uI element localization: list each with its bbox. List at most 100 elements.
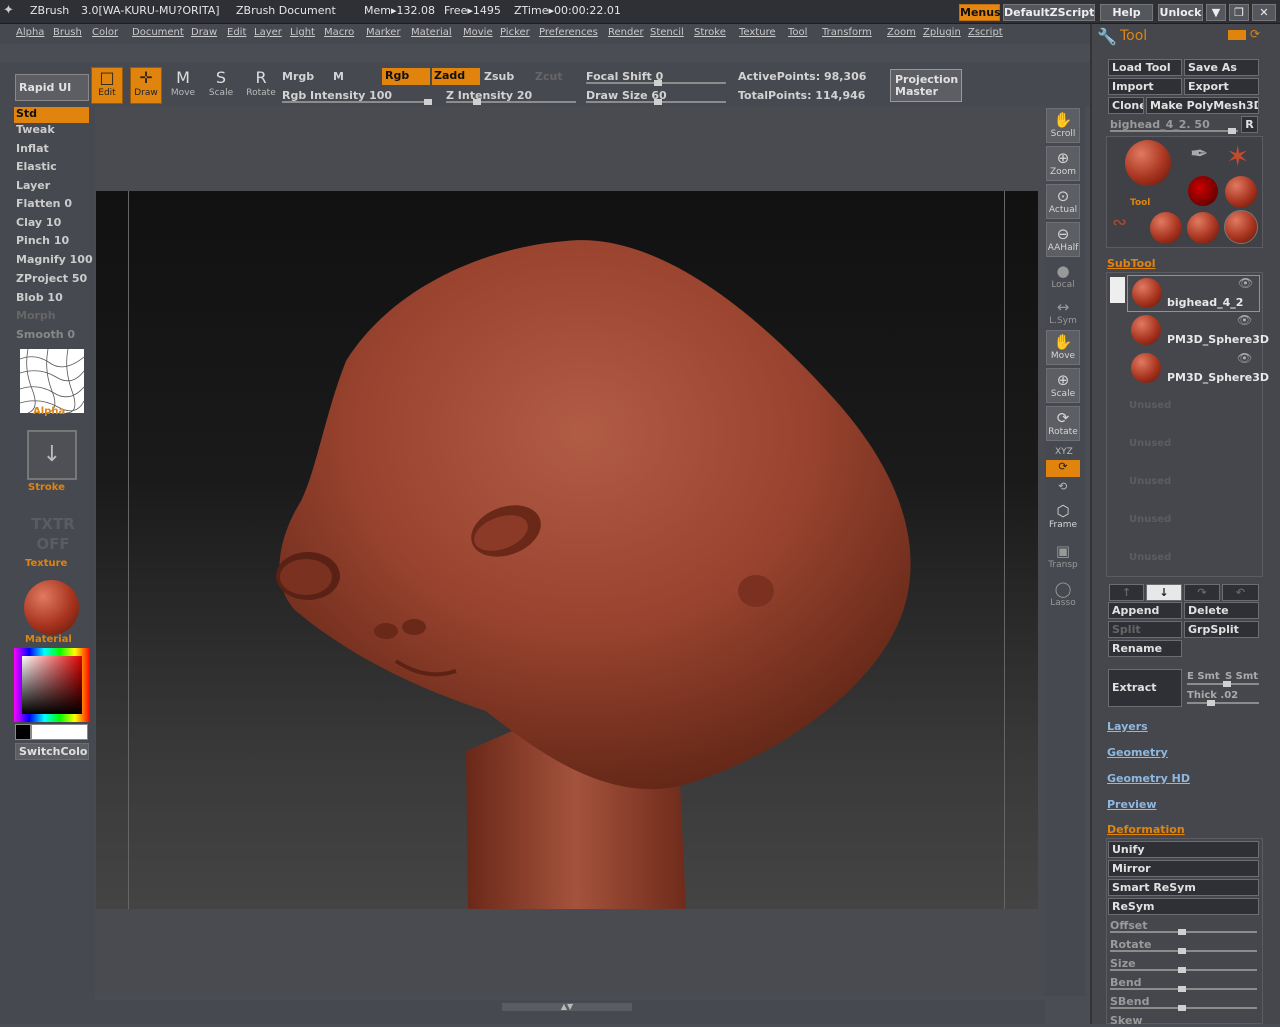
local-button[interactable]: ● Local [1046, 260, 1080, 295]
edit-button[interactable]: □ Edit [91, 67, 123, 104]
lsym-button[interactable]: ↔ L.Sym [1046, 296, 1080, 331]
menu-color[interactable]: Color [92, 27, 118, 38]
texture-label[interactable]: Texture [25, 558, 67, 569]
zoom-button[interactable]: ⊕ Zoom [1046, 146, 1080, 181]
stroke-thumbnail[interactable]: ↓ [27, 430, 77, 480]
subtool-scrollbar-thumb[interactable] [1110, 277, 1125, 303]
minimize-button[interactable]: ▼ [1206, 4, 1226, 21]
tool-current-label[interactable]: Tool [1130, 198, 1150, 208]
tool-thumb-worm[interactable]: ∾ [1112, 212, 1148, 238]
deformation-header[interactable]: Deformation [1107, 823, 1185, 836]
brush-pinch[interactable]: Pinch 10 [16, 234, 69, 247]
maximize-button[interactable]: ❐ [1229, 4, 1249, 21]
append-button[interactable]: Append [1108, 602, 1182, 619]
m-button[interactable]: M [333, 70, 344, 83]
tool-thumb-star[interactable]: ✶ [1226, 140, 1249, 173]
transp-button[interactable]: ▣ Transp [1046, 540, 1080, 575]
draw-button[interactable]: ✛ Draw [130, 67, 162, 104]
menu-transform[interactable]: Transform [822, 27, 872, 38]
brush-magnify[interactable]: Magnify 100 [16, 253, 93, 266]
tool-thumb-sphere-c[interactable] [1187, 212, 1219, 244]
brush-clay[interactable]: Clay 10 [16, 216, 61, 229]
brush-zproject[interactable]: ZProject 50 [16, 272, 87, 285]
brush-morph[interactable]: Morph [16, 309, 56, 322]
geometry-section[interactable]: Geometry [1107, 746, 1168, 759]
menu-movie[interactable]: Movie [463, 27, 493, 38]
rgb-button[interactable]: Rgb [382, 68, 430, 85]
menu-zplugin[interactable]: Zplugin [923, 27, 961, 38]
delete-button[interactable]: Delete [1184, 602, 1259, 619]
make-polymesh-button[interactable]: Make PolyMesh3D [1146, 97, 1259, 114]
scroll-button[interactable]: ✋ Scroll [1046, 108, 1080, 143]
rename-button[interactable]: Rename [1108, 640, 1182, 657]
tool-thumb-sphere-b[interactable] [1150, 212, 1182, 244]
material-label[interactable]: Material [25, 634, 72, 645]
close-button[interactable]: ✕ [1252, 4, 1276, 21]
alpha-thumbnail[interactable] [20, 349, 84, 413]
menu-zoom[interactable]: Zoom [887, 27, 916, 38]
brush-smooth[interactable]: Smooth 0 [16, 328, 75, 341]
menu-zscript[interactable]: Zscript [968, 27, 1003, 38]
brush-blob[interactable]: Blob 10 [16, 291, 63, 304]
brush-layer[interactable]: Layer [16, 179, 50, 192]
unlock-button[interactable]: Unlock [1158, 4, 1203, 21]
brush-inflat[interactable]: Inflat [16, 142, 49, 155]
default-zscript-button[interactable]: DefaultZScript [1003, 4, 1095, 21]
move-button[interactable]: M Move [167, 68, 199, 104]
scale-view-button[interactable]: ⊕ Scale [1046, 368, 1080, 403]
menu-marker[interactable]: Marker [366, 27, 401, 38]
subtool-header[interactable]: SubTool [1107, 257, 1156, 270]
extract-button[interactable]: Extract [1108, 669, 1182, 707]
rotate-view-button[interactable]: ⟳ Rotate [1046, 406, 1080, 441]
aahalf-button[interactable]: ⊖ AAHalf [1046, 222, 1080, 257]
zcut-button[interactable]: Zcut [535, 70, 563, 83]
e-smt-toggle[interactable]: E Smt [1187, 671, 1220, 682]
export-button[interactable]: Export [1184, 78, 1259, 95]
preview-section[interactable]: Preview [1107, 798, 1157, 811]
menu-picker[interactable]: Picker [500, 27, 530, 38]
visibility-eye-icon[interactable]: 👁 [1237, 313, 1252, 327]
palette-close-icon[interactable]: ⟳ [1250, 27, 1260, 41]
rotation-axis-button[interactable]: ⟳ [1046, 460, 1080, 477]
rotation-reset-icon[interactable]: ⟲ [1058, 480, 1067, 493]
mrgb-button[interactable]: Mrgb [282, 70, 314, 83]
subtool-item[interactable]: PM3D_Sphere3D 👁 [1127, 313, 1269, 350]
palette-dock-button[interactable] [1228, 30, 1246, 40]
material-sphere[interactable] [24, 580, 79, 635]
menu-alpha[interactable]: Alpha [16, 27, 44, 38]
menu-material[interactable]: Material [411, 27, 452, 38]
subtool-item[interactable]: PM3D_Sphere3D 👁 [1127, 351, 1269, 388]
menu-render[interactable]: Render [608, 27, 644, 38]
menu-macro[interactable]: Macro [324, 27, 354, 38]
document-canvas[interactable] [96, 191, 1038, 909]
menu-stroke[interactable]: Stroke [694, 27, 726, 38]
stroke-label[interactable]: Stroke [28, 482, 65, 493]
menu-tool[interactable]: Tool [788, 27, 807, 38]
main-color-swatch[interactable] [31, 724, 88, 740]
move-view-button[interactable]: ✋ Move [1046, 330, 1080, 365]
menu-document[interactable]: Document [132, 27, 184, 38]
lasso-button[interactable]: ◯ Lasso [1046, 578, 1080, 613]
tool-thumb-sphere-dark[interactable] [1188, 176, 1218, 206]
visibility-eye-icon[interactable]: 👁 [1238, 276, 1253, 290]
geometry-hd-section[interactable]: Geometry HD [1107, 772, 1190, 785]
rotate-button[interactable]: R Rotate [245, 68, 277, 104]
menu-light[interactable]: Light [290, 27, 315, 38]
subtool-action-button[interactable]: ↷ [1184, 584, 1220, 601]
import-button[interactable]: Import [1108, 78, 1182, 95]
projection-master-button[interactable]: Projection Master [890, 69, 962, 102]
clone-button[interactable]: Clone [1108, 97, 1144, 114]
zadd-button[interactable]: Zadd [432, 68, 480, 85]
layers-section[interactable]: Layers [1107, 720, 1148, 733]
skew-slider[interactable]: Skew [1110, 1014, 1143, 1027]
alpha-label[interactable]: Alpha [33, 406, 65, 417]
menu-draw[interactable]: Draw [191, 27, 217, 38]
subtool-move-up-button[interactable]: ↑ [1109, 584, 1144, 601]
color-picker[interactable] [14, 648, 90, 722]
unify-button[interactable]: Unify [1108, 841, 1259, 858]
menu-stencil[interactable]: Stencil [650, 27, 684, 38]
menu-layer[interactable]: Layer [254, 27, 282, 38]
zsub-button[interactable]: Zsub [484, 70, 514, 83]
brush-flatten[interactable]: Flatten 0 [16, 197, 72, 210]
secondary-color-swatch[interactable] [15, 724, 31, 740]
